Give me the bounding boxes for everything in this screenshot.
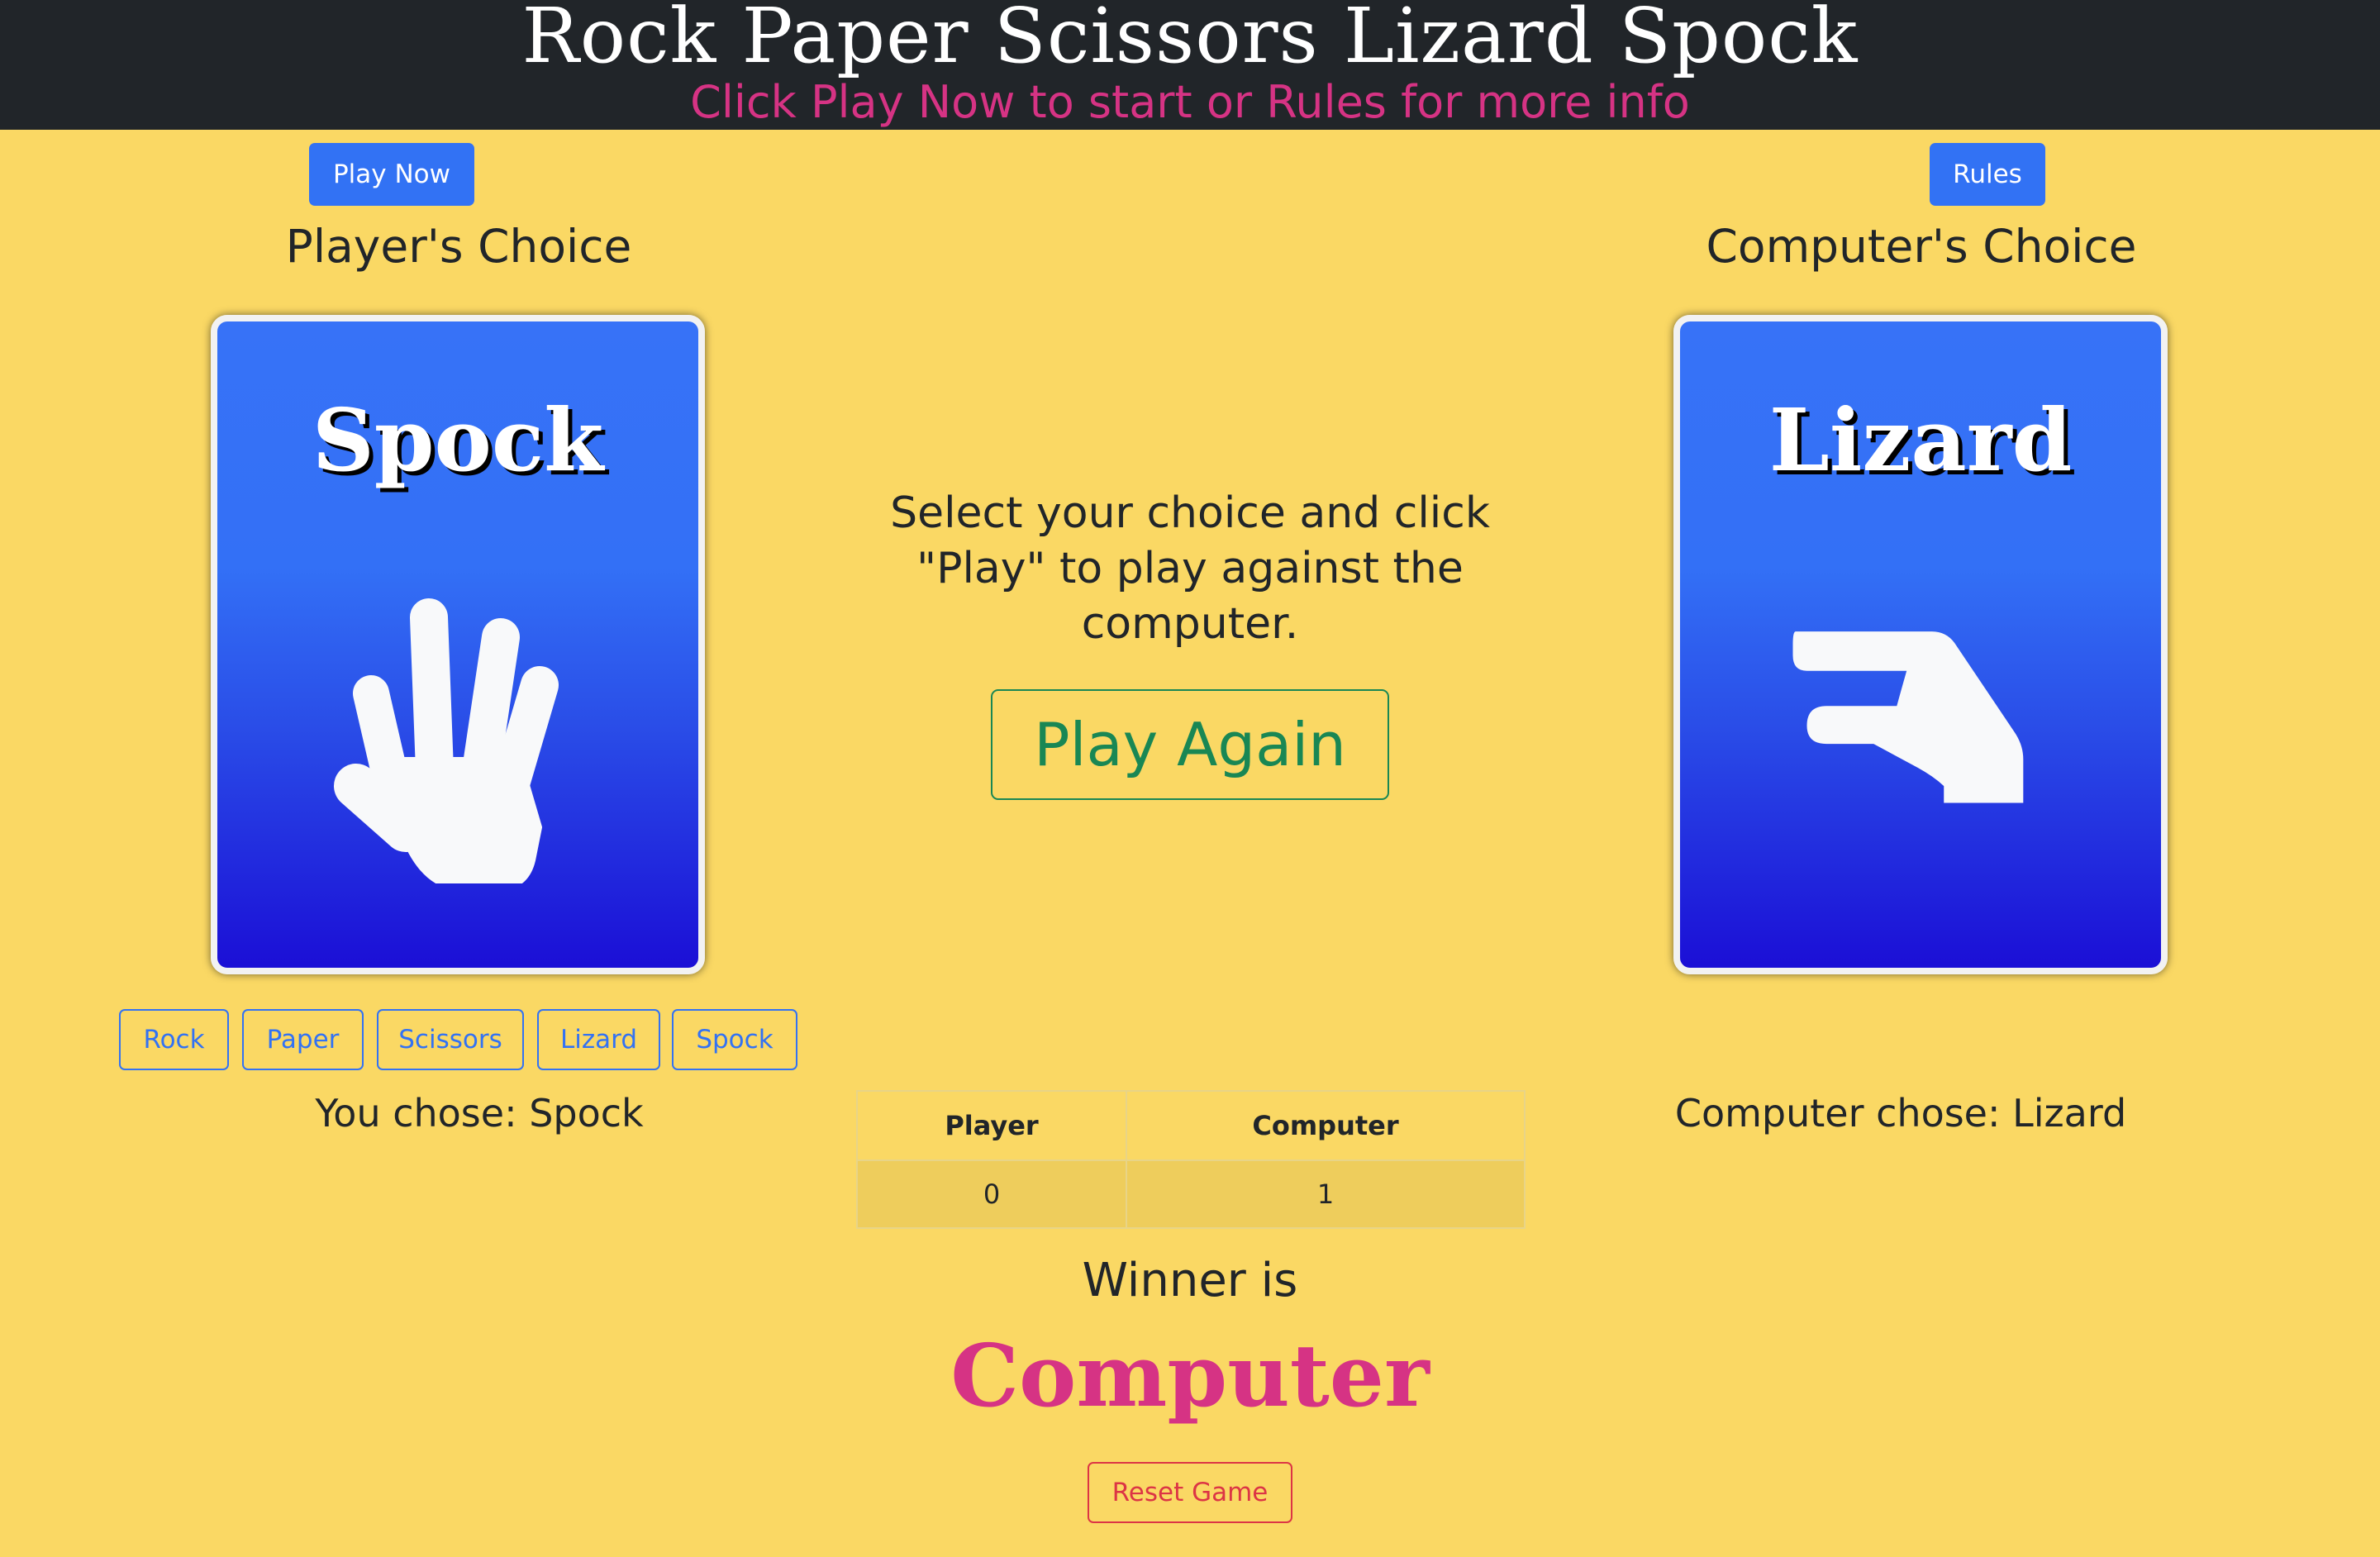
table-row: 0 1 xyxy=(856,1159,1526,1229)
score-header-computer: Computer xyxy=(1126,1090,1526,1161)
player-choice-heading: Player's Choice xyxy=(285,220,632,273)
choice-scissors-button[interactable]: Scissors xyxy=(377,1009,524,1070)
score-header-row: Player Computer xyxy=(856,1090,1526,1161)
choice-spock-button[interactable]: Spock xyxy=(672,1009,797,1070)
lizard-hand-icon xyxy=(1792,631,2024,803)
reset-game-button[interactable]: Reset Game xyxy=(1088,1462,1292,1523)
computer-card-title: Lizard xyxy=(1768,389,2073,491)
spock-hand-icon xyxy=(334,598,559,883)
score-header-player: Player xyxy=(856,1090,1127,1161)
play-now-button[interactable]: Play Now xyxy=(309,143,474,206)
computer-score-cell: 1 xyxy=(1126,1159,1526,1229)
page-subtitle: Click Play Now to start or Rules for mor… xyxy=(690,76,1690,128)
play-again-button[interactable]: Play Again xyxy=(991,689,1389,800)
rules-button[interactable]: Rules xyxy=(1930,143,2045,206)
instructions-text: Select your choice and click "Play" to p… xyxy=(890,488,1490,649)
winner-label: Winner is xyxy=(1082,1254,1298,1307)
choice-lizard-button[interactable]: Lizard xyxy=(537,1009,660,1070)
player-card: Spock xyxy=(211,315,705,974)
choice-rock-button[interactable]: Rock xyxy=(119,1009,229,1070)
page-title: Rock Paper Scissors Lizard Spock xyxy=(521,0,1859,80)
computer-chose-text: Computer chose: Lizard xyxy=(1674,1091,2127,1136)
winner-name: Computer xyxy=(950,1325,1430,1426)
score-table: Player Computer 0 1 xyxy=(856,1090,1526,1229)
player-card-title: Spock xyxy=(312,389,604,491)
header-bar: Rock Paper Scissors Lizard Spock Click P… xyxy=(0,0,2380,130)
computer-card: Lizard xyxy=(1673,315,2168,974)
choice-paper-button[interactable]: Paper xyxy=(242,1009,364,1070)
computer-choice-heading: Computer's Choice xyxy=(1706,220,2137,273)
player-chose-text: You chose: Spock xyxy=(315,1091,644,1136)
player-score-cell: 0 xyxy=(856,1159,1127,1229)
